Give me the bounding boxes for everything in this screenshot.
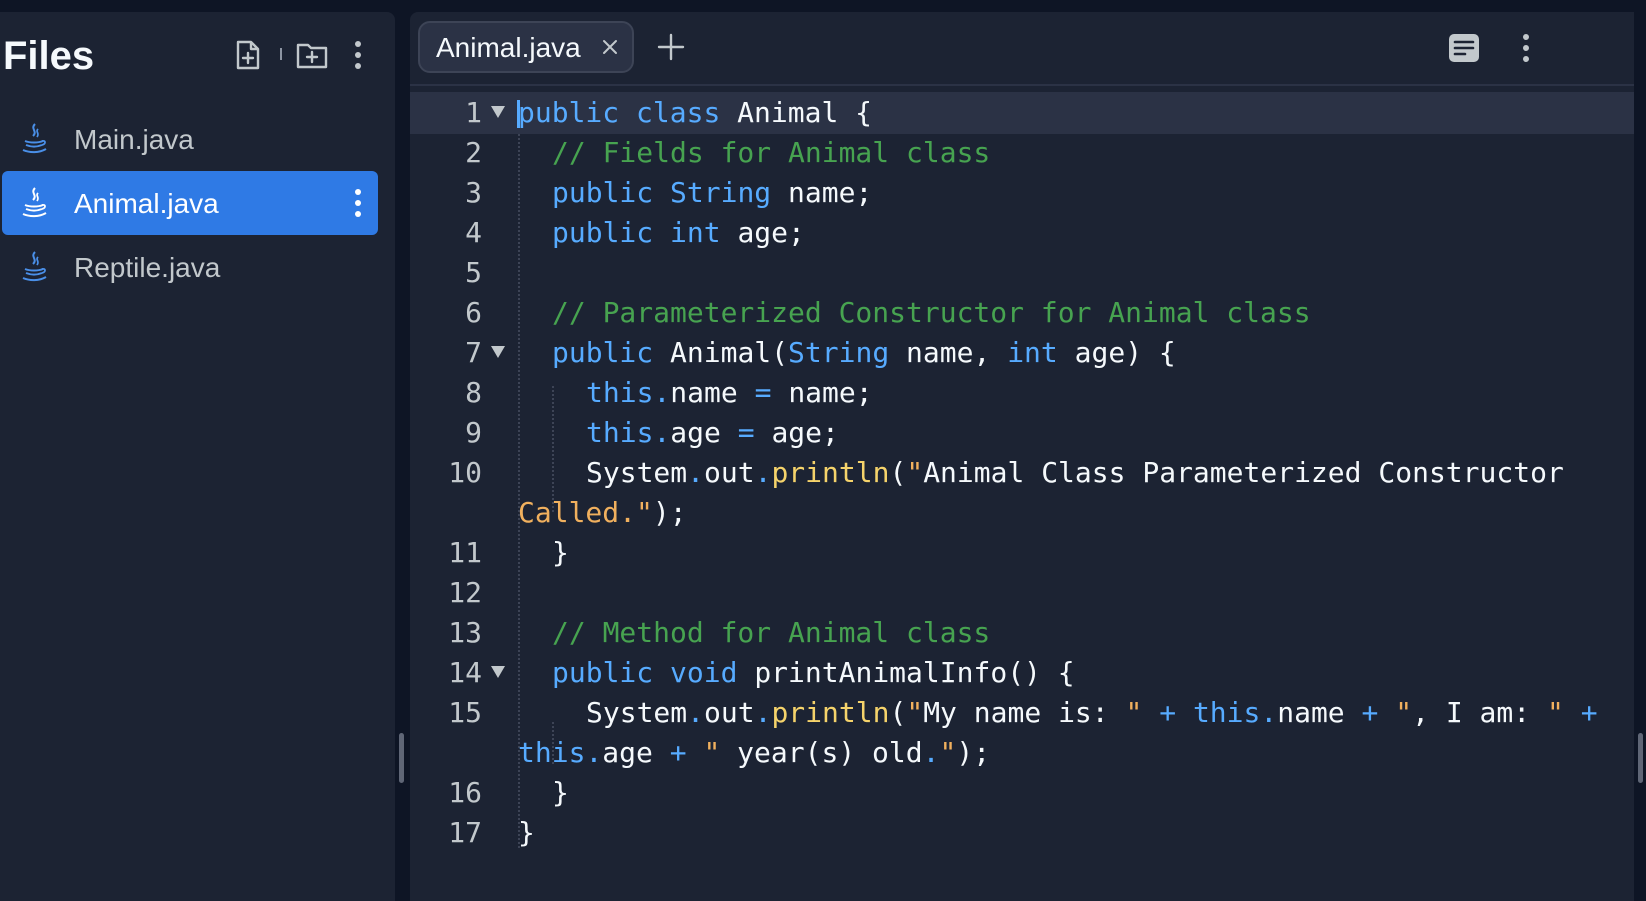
code-line: 15 System.out.println("My name is: " + t… [410, 692, 1634, 734]
code-line: 5 [410, 252, 1634, 294]
line-number: 12 [448, 576, 482, 609]
line-number: 4 [465, 216, 482, 249]
code-text: } [552, 776, 569, 809]
line-number: 9 [465, 416, 482, 449]
folder-plus-icon [296, 43, 328, 69]
tab-label: Animal.java [436, 32, 581, 63]
java-icon [22, 123, 47, 154]
line-number: 13 [448, 616, 482, 649]
sidebar-header: Files [0, 12, 395, 92]
format-code-icon [1449, 34, 1479, 62]
code-text: // Method for Animal class [552, 616, 991, 649]
code-line: 2 // Fields for Animal class [410, 132, 1634, 174]
replit-workspace: Files Main.java Animal.java Reptile.java… [0, 0, 1646, 901]
java-icon [22, 251, 47, 282]
file-plus-icon [236, 40, 260, 70]
code-text: Called."); [518, 496, 687, 529]
tab-animal-java[interactable]: Animal.java [418, 21, 634, 73]
file-name: Main.java [74, 124, 194, 155]
line-number: 10 [448, 456, 482, 489]
line-number: 6 [465, 296, 482, 329]
editor-tabbar: Animal.java [410, 12, 1634, 86]
code-line: 8 this.name = name; [410, 372, 1634, 414]
line-number: 1 [465, 96, 482, 129]
code-line: 16 } [410, 772, 1634, 814]
code-text: public Animal(String name, int age) { [552, 336, 1176, 369]
line-number: 17 [448, 816, 482, 849]
fold-arrow-icon[interactable] [490, 664, 506, 680]
new-file-button[interactable] [231, 38, 265, 72]
code-text: public class Animal { [518, 96, 873, 129]
line-number: 2 [465, 136, 482, 169]
sidebar-menu-button[interactable] [341, 38, 375, 72]
code-line: 1 public class Animal { [410, 92, 1634, 134]
code-line: 14 public void printAnimalInfo() { [410, 652, 1634, 694]
code-line: 17 } [410, 812, 1634, 854]
code-line: 13 // Method for Animal class [410, 612, 1634, 654]
sidebar-resize-handle[interactable] [399, 733, 404, 783]
code-text: // Parameterized Constructor for Animal … [552, 296, 1311, 329]
file-sidebar: Files Main.java Animal.java Reptile.java [0, 12, 395, 901]
editor-resize-handle[interactable] [1638, 733, 1643, 783]
code-text: } [552, 536, 569, 569]
code-text: this.age + " year(s) old."); [518, 736, 991, 769]
code-text: System.out.println("My name is: " + this… [586, 696, 1598, 729]
line-number: 16 [448, 776, 482, 809]
file-name: Reptile.java [74, 252, 221, 283]
code-text: public int age; [552, 216, 805, 249]
code-line: 9 this.age = age; [410, 412, 1634, 454]
file-tree: Main.java Animal.java Reptile.java [0, 107, 395, 299]
code-line-wrap: this.age + " year(s) old."); [410, 732, 1634, 774]
new-folder-button[interactable] [295, 38, 329, 72]
code-line: 12 [410, 572, 1634, 614]
file-item-animal-java[interactable]: Animal.java [2, 171, 378, 235]
format-button[interactable] [1444, 28, 1484, 68]
kebab-menu-icon [355, 189, 361, 217]
fold-arrow-icon[interactable] [490, 344, 506, 360]
code-text: System.out.println("Animal Class Paramet… [586, 456, 1564, 489]
code-text: public String name; [552, 176, 873, 209]
code-text: this.age = age; [586, 416, 839, 449]
header-divider [280, 48, 282, 60]
java-icon [22, 187, 47, 218]
line-number: 15 [448, 696, 482, 729]
code-line: 7 public Animal(String name, int age) { [410, 332, 1634, 374]
code-line: 4 public int age; [410, 212, 1634, 254]
code-text: } [518, 816, 535, 849]
code-text: this.name = name; [586, 376, 873, 409]
line-number: 7 [465, 336, 482, 369]
plus-icon[interactable] [656, 32, 686, 62]
code-line: 11 } [410, 532, 1634, 574]
file-menu-button[interactable] [348, 185, 368, 221]
code-text: public void printAnimalInfo() { [552, 656, 1075, 689]
editor-menu-button[interactable] [1506, 28, 1546, 68]
code-line: 6 // Parameterized Constructor for Anima… [410, 292, 1634, 334]
sidebar-title: Files [3, 34, 95, 78]
file-name: Animal.java [74, 188, 219, 219]
line-number: 5 [465, 256, 482, 289]
line-number: 14 [448, 656, 482, 689]
code-text: // Fields for Animal class [552, 136, 991, 169]
kebab-menu-icon [1523, 34, 1529, 62]
code-line: 3 public String name; [410, 172, 1634, 214]
close-icon[interactable] [600, 37, 620, 57]
file-item-main-java[interactable]: Main.java [2, 107, 378, 171]
line-number: 11 [448, 536, 482, 569]
line-number: 3 [465, 176, 482, 209]
code-line: 10 System.out.println("Animal Class Para… [410, 452, 1634, 494]
file-item-reptile-java[interactable]: Reptile.java [2, 235, 378, 299]
line-number: 8 [465, 376, 482, 409]
code-editor-pane: Animal.java 1 public class Animal {2 //… [410, 12, 1634, 901]
fold-arrow-icon[interactable] [490, 104, 506, 120]
code-area[interactable]: 1 public class Animal { 2 // Fields for … [410, 92, 1634, 901]
kebab-menu-icon [355, 41, 361, 69]
code-line-wrap: Called."); [410, 492, 1634, 534]
